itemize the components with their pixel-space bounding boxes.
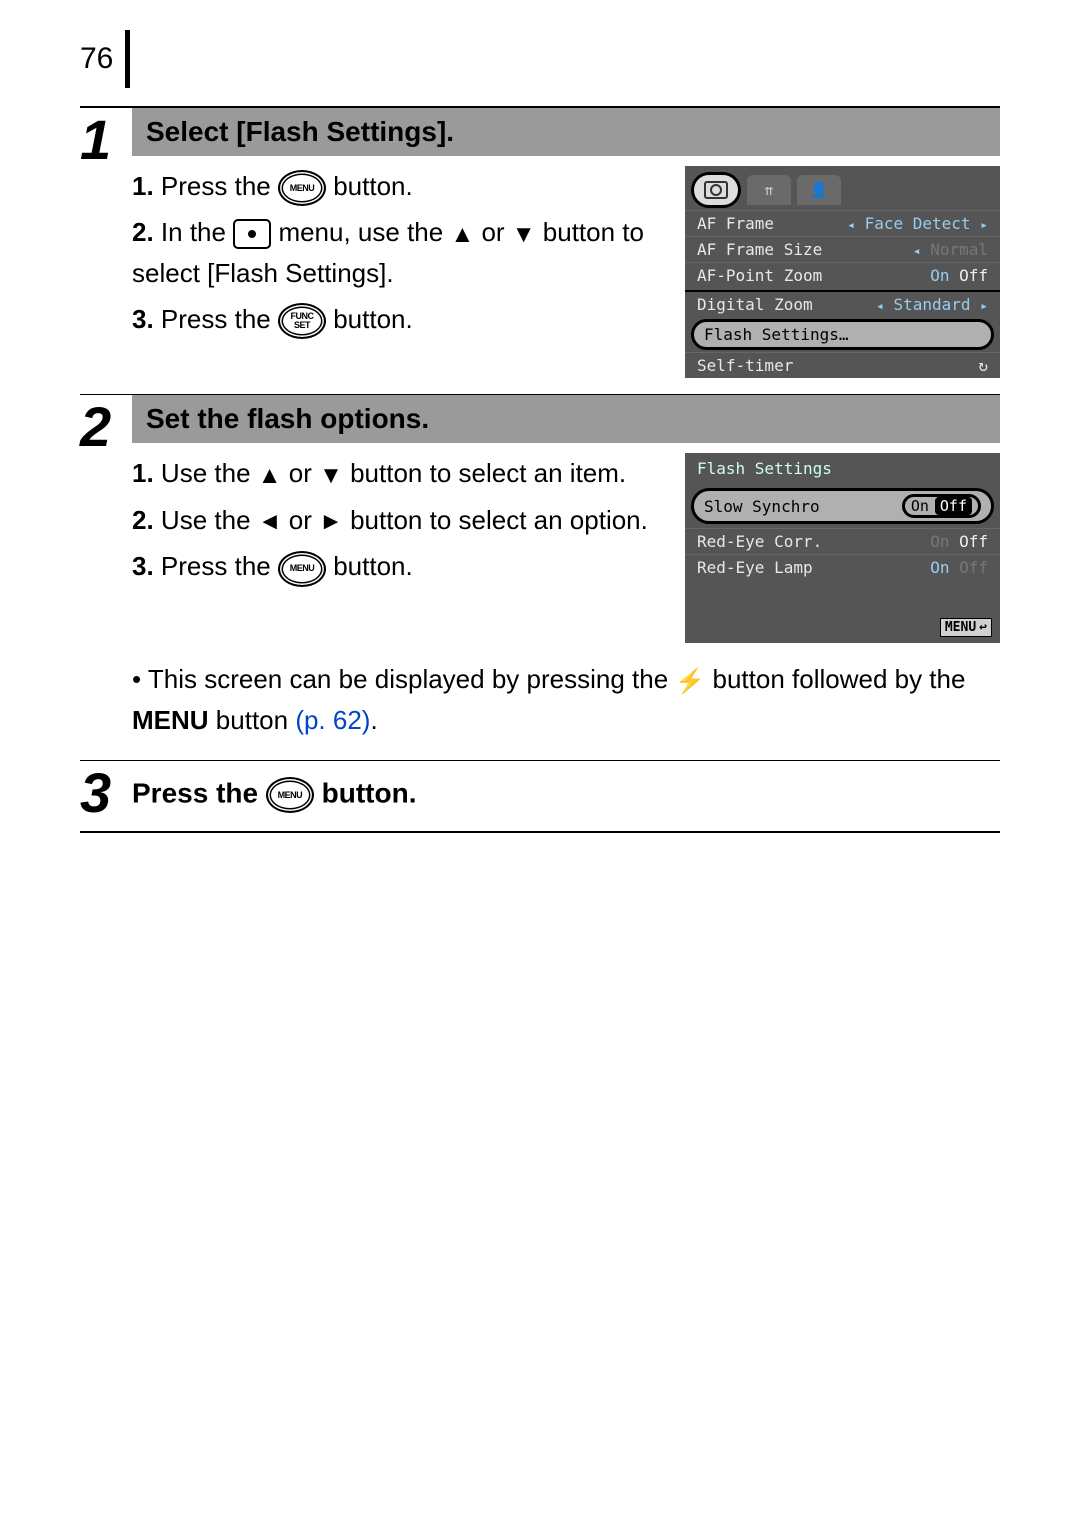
step-number: 1 [80,108,132,394]
step-title: Press the MENU button. [132,769,1000,821]
text: Press the [161,304,278,334]
page-header: 76 [80,30,1000,88]
menu-row-af-point-zoom: AF-Point Zoom On Off [685,262,1000,288]
text: button to select an option. [350,505,648,535]
menu-row-af-frame-size: AF Frame Size ◂ Normal [685,236,1000,262]
down-arrow-icon: ▼ [512,216,536,253]
step-1: 1 Select [Flash Settings]. 1. Press the … [80,108,1000,394]
step-1-text: 1. Press the MENU button. 2. In the menu… [132,166,685,378]
steps-container: 1 Select [Flash Settings]. 1. Press the … [80,106,1000,833]
camera-tab-mycamera: 👤 [797,175,841,205]
menu-row-af-frame: AF Frame ◂ Face Detect ▸ [685,210,1000,236]
menu-return-badge: MENU↩ [940,618,992,637]
self-timer-icon: ↻ [978,356,988,375]
step-title: Set the flash options. [132,395,1000,443]
substep-num: 3. [132,304,154,334]
camera-screen-flash-settings: Flash Settings Slow Synchro On Off Red-E… [685,453,1000,643]
camera-mode-icon [233,219,271,249]
text: Use the [161,505,258,535]
camera-screen-menu: ⇈ 👤 AF Frame ◂ Face Detect ▸ AF Frame Si… [685,166,1000,378]
text: Use the [161,458,258,488]
screen-title: Flash Settings [685,453,1000,484]
menu-row-flash-settings-highlight: Flash Settings… [691,319,994,350]
menu-row-digital-zoom: Digital Zoom ◂ Standard ▸ [685,290,1000,317]
left-arrow-icon: ◄ [258,503,282,540]
text: button. [333,171,413,201]
step-2: 2 Set the flash options. 1. Use the ▲ or… [80,394,1000,760]
text: Press the [161,551,278,581]
text: or [289,505,319,535]
step-number: 2 [80,395,132,760]
flash-icon: ⚡ [675,663,705,700]
substep-num: 1. [132,171,154,201]
camera-tab-shooting [691,172,741,208]
text: button. [333,551,413,581]
step-2-text: 1. Use the ▲ or ▼ button to select an it… [132,453,685,643]
substep-num: 3. [132,551,154,581]
text: or [289,458,319,488]
step-3: 3 Press the MENU button. [80,760,1000,831]
right-arrow-icon: ► [319,503,343,540]
down-arrow-icon: ▼ [319,457,343,494]
substep-num: 2. [132,217,154,247]
text: button to select an item. [350,458,626,488]
text: or [481,217,511,247]
text: menu, use the [278,217,450,247]
flash-row-red-eye-lamp: Red-Eye Lamp On Off [685,554,1000,580]
page-number: 76 [80,42,125,76]
text: In the [161,217,233,247]
menu-row-self-timer: Self-timer ↻ [685,352,1000,378]
flash-row-slow-synchro-highlight: Slow Synchro On Off [691,488,994,524]
text: Press the [161,171,278,201]
menu-button-icon: MENU [278,551,326,587]
substep-num: 2. [132,505,154,535]
text: button. [333,304,413,334]
header-divider [125,30,130,88]
page-ref-link[interactable]: (p. 62) [295,705,370,735]
camera-tab-tools: ⇈ [747,175,791,205]
flash-row-red-eye-corr: Red-Eye Corr. On Off [685,528,1000,554]
up-arrow-icon: ▲ [258,457,282,494]
substep-num: 1. [132,458,154,488]
func-set-button-icon: FUNCSET [278,303,326,339]
up-arrow-icon: ▲ [450,216,474,253]
menu-button-icon: MENU [266,777,314,813]
step-title: Select [Flash Settings]. [132,108,1000,156]
return-icon: ↩ [979,620,987,635]
step-2-note: This screen can be displayed by pressing… [132,659,1000,760]
menu-button-icon: MENU [278,170,326,206]
step-number: 3 [80,761,132,831]
